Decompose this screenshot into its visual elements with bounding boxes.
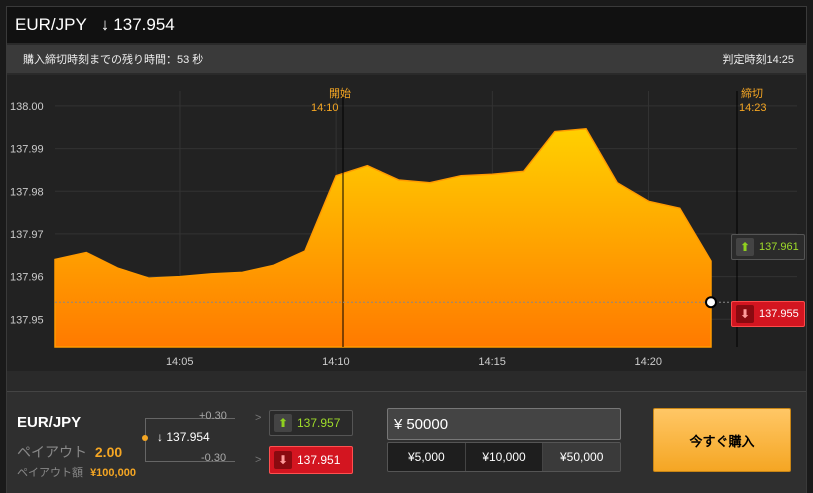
payout-amount-value: ¥100,000 bbox=[90, 467, 136, 479]
start-time: 14:10 bbox=[311, 102, 339, 114]
close-time: 14:23 bbox=[739, 102, 767, 114]
x-tick-label: 14:20 bbox=[635, 356, 663, 368]
up-arrow-icon: ⬆ bbox=[274, 414, 292, 432]
countdown-text: 購入締切時刻までの残り時間：53 秒 bbox=[23, 54, 204, 66]
high-button[interactable]: ⬆ 137.957 bbox=[269, 410, 353, 436]
y-tick-label: 137.97 bbox=[10, 229, 44, 241]
chevron-right-icon: > bbox=[255, 454, 262, 466]
amount-presets: ¥5,000 ¥10,000 ¥50,000 bbox=[387, 442, 621, 472]
low-button[interactable]: ⬇ 137.951 bbox=[269, 446, 353, 474]
payout-row: ペイアウト 2.00 bbox=[17, 442, 122, 462]
payout-label: ペイアウト bbox=[17, 444, 87, 460]
current-price: 137.954 bbox=[113, 15, 175, 34]
ladder-up-value: +0.30 bbox=[199, 410, 227, 422]
high-price-tag: ⬆ 137.961 bbox=[731, 234, 805, 260]
preset-50000-button[interactable]: ¥50,000 bbox=[543, 443, 620, 471]
up-arrow-icon: ⬆ bbox=[736, 238, 754, 256]
judge-time: 判定時刻14:25 bbox=[722, 54, 794, 66]
x-tick-label: 14:15 bbox=[478, 356, 506, 368]
payout-amount-row: ペイアウト額 ¥100,000 bbox=[17, 464, 136, 480]
ladder-current-value: 137.954 bbox=[166, 430, 210, 444]
down-arrow-icon: ↓ bbox=[100, 15, 110, 34]
yen-sign: ¥ bbox=[394, 415, 403, 433]
ladder-dot bbox=[142, 435, 148, 441]
low-price-tag: ⬇ 137.955 bbox=[731, 301, 805, 327]
countdown-bar: 購入締切時刻までの残り時間：53 秒 判定時刻14:25 bbox=[7, 45, 806, 73]
x-tick-label: 14:05 bbox=[166, 356, 194, 368]
ladder-current: ↓ 137.954 bbox=[157, 430, 210, 444]
trading-panel: EUR/JPY ↓ 137.954 購入締切時刻までの残り時間：53 秒 判定時… bbox=[6, 6, 807, 493]
payout-amount-label: ペイアウト額 bbox=[17, 467, 83, 479]
current-price-dot bbox=[705, 296, 717, 309]
ladder-down-value: -0.30 bbox=[201, 452, 227, 464]
buy-now-button[interactable]: 今すぐ購入 bbox=[653, 408, 791, 472]
low-button-value: 137.951 bbox=[297, 453, 341, 467]
high-price-value: 137.961 bbox=[759, 241, 799, 253]
y-tick-label: 138.00 bbox=[10, 101, 44, 113]
payout-value: 2.00 bbox=[94, 444, 123, 460]
x-tick-label: 14:10 bbox=[322, 356, 350, 368]
down-arrow-icon: ⬇ bbox=[736, 305, 754, 323]
order-panel: EUR/JPY ペイアウト 2.00 ペイアウト額 ¥100,000 +0.30… bbox=[7, 391, 806, 493]
symbol-header: EUR/JPY ↓ 137.954 bbox=[7, 7, 806, 43]
preset-5000-button[interactable]: ¥5,000 bbox=[388, 443, 466, 471]
symbol-name: EUR/JPY bbox=[15, 15, 87, 34]
amount-input[interactable] bbox=[406, 415, 607, 433]
price-chart-svg: 開始 14:10 締切 14:23 138.00 137.99 137.98 137.… bbox=[10, 86, 797, 368]
high-button-value: 137.957 bbox=[297, 416, 341, 430]
amount-field[interactable]: ¥ bbox=[387, 408, 621, 440]
y-tick-label: 137.99 bbox=[10, 144, 44, 156]
down-arrow-icon: ⬇ bbox=[274, 451, 292, 469]
price-area bbox=[54, 127, 712, 348]
preset-10000-button[interactable]: ¥10,000 bbox=[465, 443, 544, 471]
start-label: 開始 bbox=[329, 86, 351, 100]
chevron-right-icon: > bbox=[255, 412, 262, 424]
order-symbol: EUR/JPY bbox=[17, 414, 82, 431]
y-tick-label: 137.98 bbox=[10, 186, 44, 198]
price-chart: 開始 14:10 締切 14:23 138.00 137.99 137.98 137.… bbox=[7, 75, 806, 371]
y-tick-label: 137.96 bbox=[10, 272, 44, 284]
close-label: 締切 bbox=[741, 86, 763, 100]
down-arrow-icon: ↓ bbox=[157, 430, 163, 444]
low-price-value: 137.955 bbox=[759, 308, 799, 320]
y-tick-label: 137.95 bbox=[10, 314, 44, 326]
